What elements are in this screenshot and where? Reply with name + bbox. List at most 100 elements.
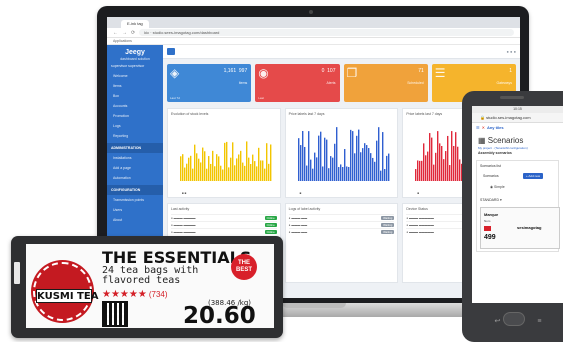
scan-button[interactable] [503,312,525,326]
chart-bar [429,133,431,181]
sidebar-item[interactable]: Promotion [107,111,163,121]
chart-bar [431,137,433,181]
chart-bar [236,158,238,181]
product-description: 24 tea bags with flavored teas [102,265,199,286]
chart-bar [331,157,334,181]
device-address-bar[interactable]: 🔒 studio.ses-imagotag.com [472,113,563,123]
sidebar-section-admin: ADMINISTRATION [107,143,163,153]
chart-bar [303,146,306,181]
chart-bar [260,160,262,181]
kpi-card[interactable]: ❐ 71 Scheduled [343,64,428,102]
menu-key-icon[interactable]: ≡ [537,318,541,325]
sidebar-item[interactable]: Automation [107,173,163,183]
preview-logo: sesimagotag [517,225,542,230]
sidebar-item[interactable]: Reporting [107,131,163,141]
chart-legend: ■ [417,191,420,195]
chart-bar [445,151,447,181]
kpi-label: Alerts [326,81,336,85]
chart-bar [357,129,360,181]
sidebar-item[interactable]: Users [107,205,163,215]
blue-bar-chart [297,127,390,181]
sidebar-item[interactable]: Installations [107,153,163,163]
status-badge: Online [264,223,277,227]
sidebar-item[interactable]: About [107,215,163,225]
chart-bar [309,159,312,181]
chart-bar [375,140,378,181]
chart-bar [359,152,362,181]
table-row[interactable]: ● ▬▬▬ ▬▬▬▬ Online [171,214,277,221]
chart-bar [427,151,429,181]
chart-bar [361,148,364,181]
chart-bar [423,143,425,181]
chart-bar [381,132,384,181]
chart-bar [347,166,350,181]
close-icon[interactable]: ✕ [482,125,485,130]
kpi-value: 107 [327,68,336,74]
chart-bar [459,159,461,181]
chart-bar [353,153,356,181]
sidebar-item[interactable]: Welcome [107,71,163,81]
add-new-button[interactable]: + Add new [523,173,544,179]
table-row[interactable]: ● ▬▬▬ ▬▬ Waiting [288,214,395,221]
browser-tab[interactable]: E-ink tag [121,20,149,28]
chart-bar [329,156,332,181]
sidebar-item[interactable]: Accounts [107,101,163,111]
kpi-value: 71 [418,68,424,74]
table-row[interactable]: ● ▬▬▬ ▬▬▬▬ Online [171,221,277,228]
preview-price: 499 [484,234,496,241]
label-preview[interactable]: Marque Nom 499 sesimagotag [480,207,560,249]
chart-bar [297,138,300,181]
chart-bar [256,166,258,181]
chart-bar [437,131,439,181]
sidebar-item[interactable]: Transmission points [107,195,163,205]
device-nav: ☰ ✕ Any tiles [476,125,504,130]
sidebar-item[interactable]: Items [107,81,163,91]
browser-tabbar: E-ink tag [107,17,520,28]
topbar-user-icon[interactable]: ● ● ● [507,49,516,54]
table-row[interactable]: ● ▬▬▬ ▬▬ Waiting [288,228,395,235]
sidebar-item[interactable]: Box [107,91,163,101]
kpi-card[interactable]: ◈ 1,161 997 Items Last 7d [167,64,252,102]
sidebar-item[interactable]: Add a page [107,163,163,173]
kpi-footer: Last [258,96,264,100]
laptop-notch [282,303,346,308]
back-icon[interactable]: ← [113,30,118,36]
kpi-card[interactable]: ◉ 0 107 Alerts Last [255,64,340,102]
status-badge: Online [264,216,277,220]
chart-bar [224,142,226,181]
chart-bar [262,160,264,181]
chart-bar [377,127,380,181]
standard-row[interactable]: STANDARD ▾ [480,198,502,202]
chart-bar [327,168,330,181]
tab-scenarios[interactable]: Scenarios [483,174,499,178]
breadcrumb[interactable]: My project · (Tenant/All configuration) [472,146,563,150]
table-row[interactable]: ● ▬▬▬ ▬▬▬▬ Online [171,228,277,235]
forward-icon[interactable]: → [122,30,127,36]
chart-bar [369,153,372,181]
user-name[interactable]: supervisor supervisor [107,61,163,71]
chart-bar [252,154,254,181]
chart-bar [449,165,451,181]
camera-icon [309,10,313,14]
address-bar[interactable]: kic · studio.sees-imagotag.com/dashboard [139,29,514,36]
nav-filter[interactable]: Any tiles [487,125,504,130]
chart-bar [355,135,358,181]
radio-simple[interactable]: ◉ Simple [490,185,505,189]
sidebar-item[interactable]: Logs [107,121,163,131]
chart-bar [266,143,268,181]
back-key-icon[interactable]: ↩ [495,317,501,325]
chart-bar [240,150,242,181]
chart-bar [194,144,196,181]
yellow-bar-chart [180,119,275,185]
menu-toggle-icon[interactable] [167,48,175,55]
chart-title: Evolution of stock levels [171,112,209,116]
page-title: ▦ Scenarios [478,136,524,145]
table-row[interactable]: ● ▬▬▬ ▬▬ Waiting [288,221,395,228]
device-screen: 10:15 🔒 studio.ses-imagotag.com ☰ ✕ Any ti… [472,106,563,303]
chart-bar [254,161,256,181]
chart-bar [202,147,204,181]
kpi-value: 1,161 [223,68,237,74]
reload-icon[interactable]: ⟳ [131,30,135,36]
kpi-label: Gateways [496,81,512,85]
rating-stars: ★★★★★ (734) [102,289,168,300]
